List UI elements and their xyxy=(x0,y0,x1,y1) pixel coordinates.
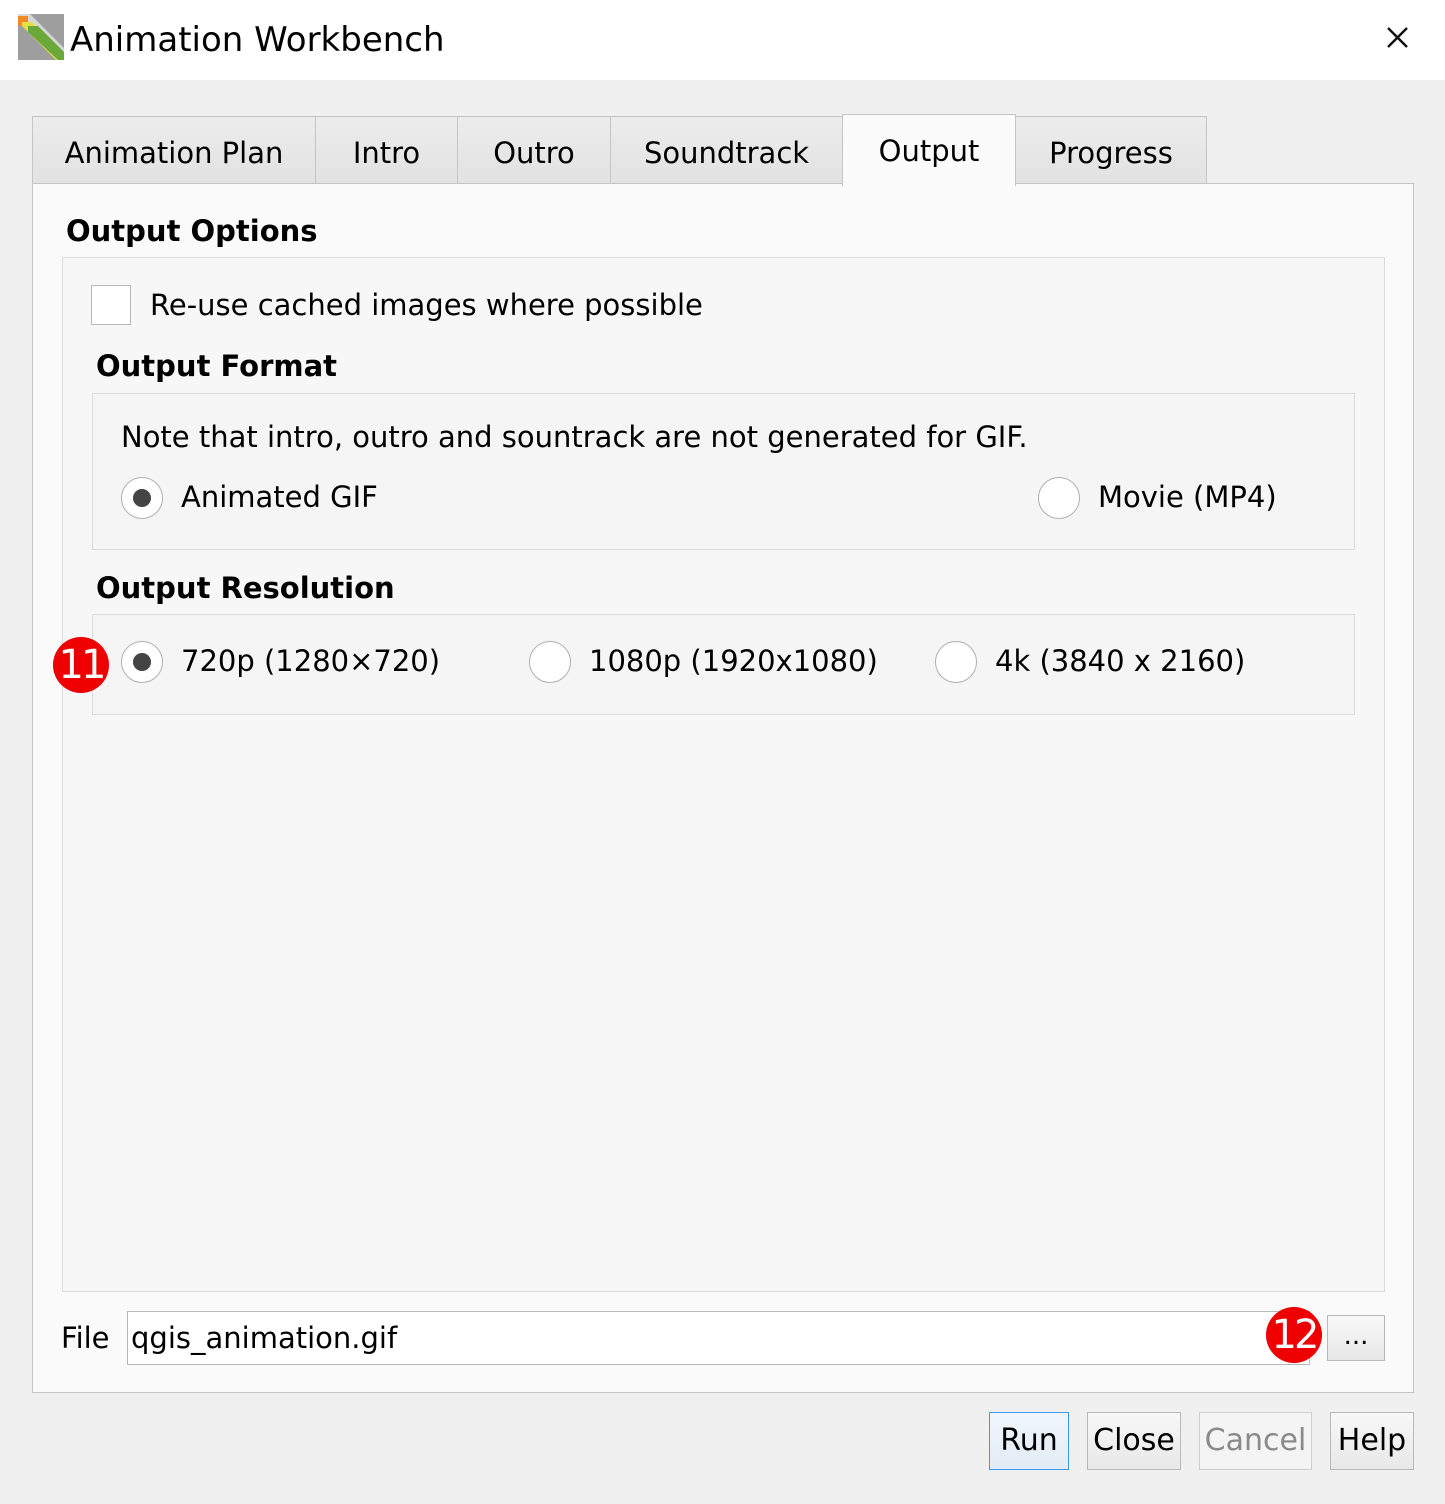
output-format-title: Output Format xyxy=(96,349,338,383)
tab-progress[interactable]: Progress xyxy=(1015,116,1207,184)
tab-output[interactable]: Output xyxy=(842,114,1016,186)
title-bar: Animation Workbench xyxy=(0,0,1445,80)
cancel-button[interactable]: Cancel xyxy=(1199,1412,1312,1470)
resolution-720p-radio[interactable] xyxy=(121,641,163,683)
reuse-cached-checkbox[interactable] xyxy=(91,285,131,325)
app-icon xyxy=(18,14,64,60)
movie-mp4-label[interactable]: Movie (MP4) xyxy=(1098,480,1277,514)
movie-mp4-radio[interactable] xyxy=(1038,477,1080,519)
resolution-1080p-radio[interactable] xyxy=(529,641,571,683)
tab-soundtrack[interactable]: Soundtrack xyxy=(610,116,843,184)
tab-intro[interactable]: Intro xyxy=(315,116,458,184)
tab-animation-plan[interactable]: Animation Plan xyxy=(32,116,316,184)
resolution-4k-radio[interactable] xyxy=(935,641,977,683)
resolution-720p-label[interactable]: 720p (1280×720) xyxy=(181,644,440,678)
resolution-1080p-label[interactable]: 1080p (1920x1080) xyxy=(589,644,878,678)
run-button[interactable]: Run xyxy=(989,1412,1069,1470)
animated-gif-label[interactable]: Animated GIF xyxy=(181,480,378,514)
annotation-badge-12: 12 xyxy=(1266,1307,1322,1363)
window-title: Animation Workbench xyxy=(70,20,445,60)
reuse-cached-label[interactable]: Re-use cached images where possible xyxy=(150,288,703,322)
file-path-input[interactable] xyxy=(127,1311,1310,1365)
resolution-4k-label[interactable]: 4k (3840 x 2160) xyxy=(995,644,1245,678)
output-options-title: Output Options xyxy=(66,214,318,248)
close-button[interactable]: Close xyxy=(1087,1412,1181,1470)
output-resolution-title: Output Resolution xyxy=(96,571,395,605)
output-format-group xyxy=(92,393,1355,550)
annotation-badge-11: 11 xyxy=(53,637,109,693)
tab-outro[interactable]: Outro xyxy=(457,116,611,184)
animated-gif-radio[interactable] xyxy=(121,477,163,519)
file-label: File xyxy=(61,1321,110,1355)
browse-file-button[interactable]: ... xyxy=(1327,1315,1385,1361)
help-button[interactable]: Help xyxy=(1330,1412,1414,1470)
close-icon[interactable] xyxy=(1378,20,1418,56)
format-note: Note that intro, outro and sountrack are… xyxy=(121,420,1028,454)
